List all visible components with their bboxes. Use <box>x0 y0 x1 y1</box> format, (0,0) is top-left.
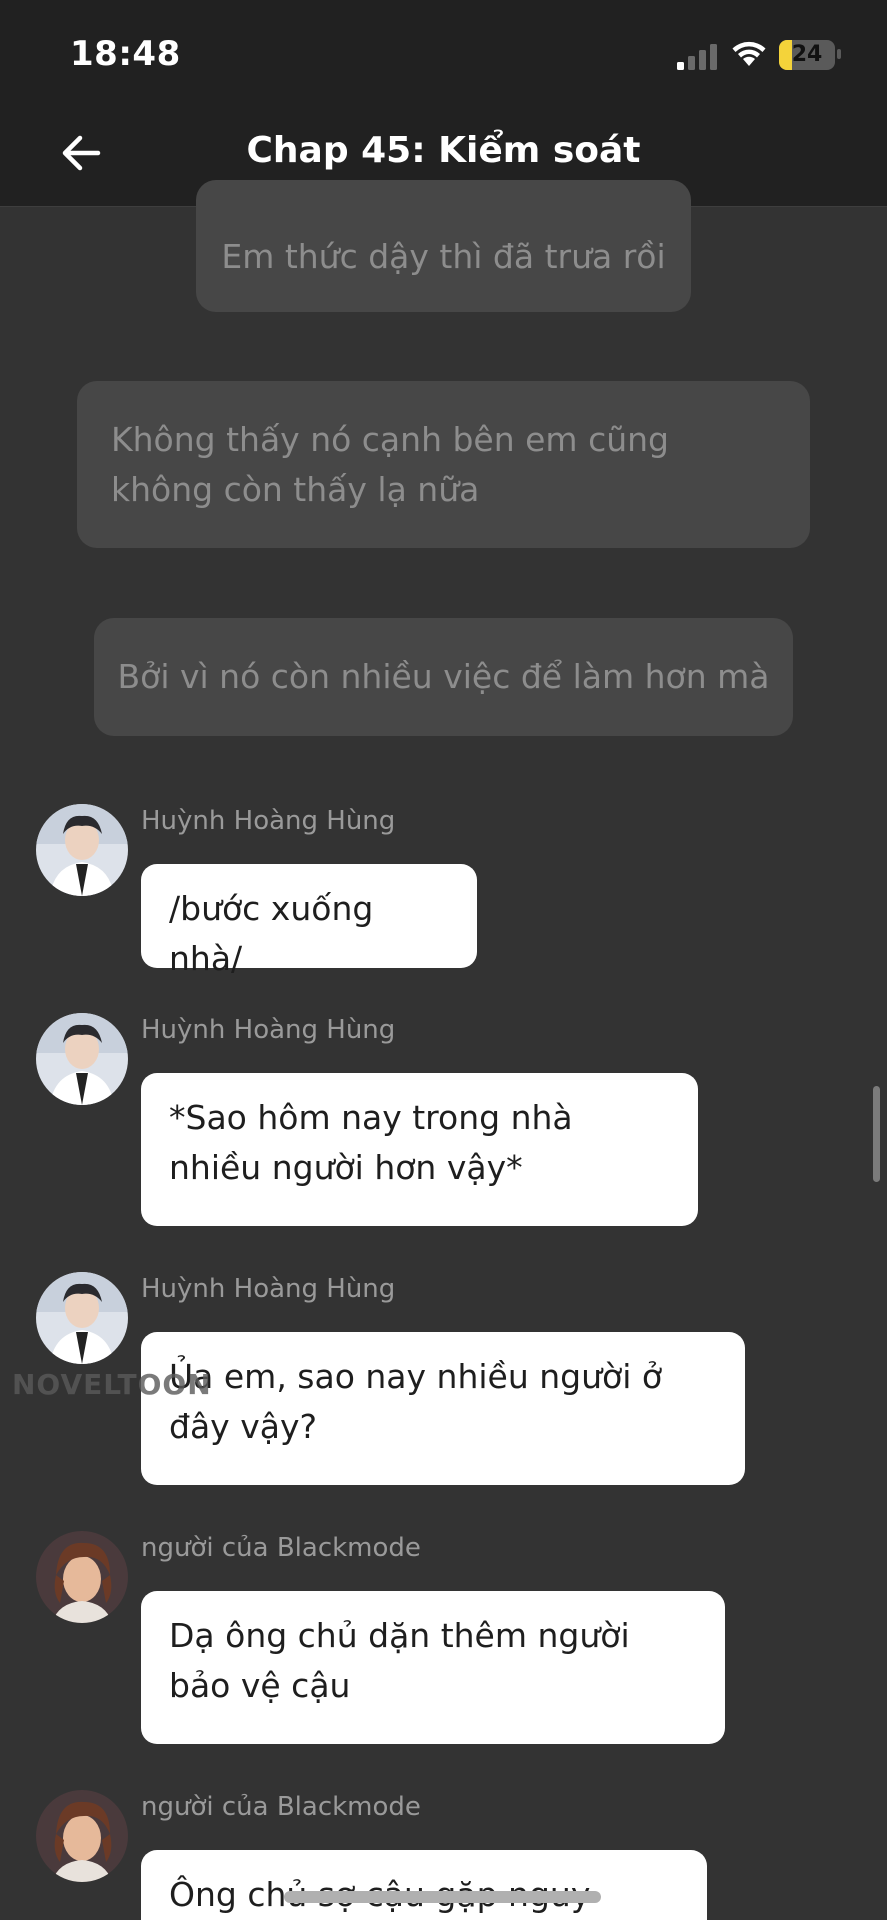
narration-text: Bởi vì nó còn nhiều việc để làm hơn mà <box>117 657 770 696</box>
battery-nub <box>837 49 841 59</box>
wifi-icon <box>732 41 766 66</box>
message-sender: Huỳnh Hoàng Hùng <box>141 806 396 836</box>
message-text: Ủa em, sao nay nhiều người ở đây vậy? <box>169 1357 663 1446</box>
avatar[interactable] <box>36 1013 128 1105</box>
avatar[interactable] <box>36 804 128 896</box>
message-sender: Huỳnh Hoàng Hùng <box>141 1274 396 1304</box>
status-icons: 24 <box>677 38 847 72</box>
status-time: 18:48 <box>70 34 181 74</box>
avatar[interactable] <box>36 1272 128 1364</box>
narration-text: Không thấy nó cạnh bên em cũng không còn… <box>111 420 669 509</box>
message-bubble: /bước xuống nhà/ <box>141 864 477 978</box>
home-indicator[interactable] <box>284 1891 601 1903</box>
watermark: NOVELTOON <box>12 1368 212 1401</box>
page-title: Chap 45: Kiểm soát <box>246 130 641 171</box>
message-text: /bước xuống nhà/ <box>169 889 374 978</box>
narration-text: Em thức dậy thì đã trưa rồi <box>221 237 666 276</box>
message-sender: Huỳnh Hoàng Hùng <box>141 1015 396 1045</box>
battery-icon: 24 <box>779 40 835 70</box>
message-bubble: Ông chủ sợ cậu gặp nguy <box>141 1850 707 1920</box>
message-sender: người của Blackmode <box>141 1533 421 1563</box>
narration-bubble: Không thấy nó cạnh bên em cũng không còn… <box>77 381 810 548</box>
narration-bubble: Em thức dậy thì đã trưa rồi <box>196 180 691 312</box>
avatar[interactable] <box>36 1531 128 1623</box>
battery-level: 24 <box>791 42 823 67</box>
avatar[interactable] <box>36 1790 128 1882</box>
message-sender: người của Blackmode <box>141 1792 421 1822</box>
narration-bubble: Bởi vì nó còn nhiều việc để làm hơn mà <box>94 618 793 736</box>
status-bar: 18:48 24 <box>0 0 887 100</box>
scrollbar[interactable] <box>873 1086 880 1182</box>
message-text: Dạ ông chủ dặn thêm người bảo vệ cậu <box>169 1616 630 1705</box>
message-text: *Sao hôm nay trong nhà nhiều người hơn v… <box>169 1098 573 1187</box>
arrow-left-icon[interactable] <box>56 128 106 178</box>
message-bubble: *Sao hôm nay trong nhà nhiều người hơn v… <box>141 1073 698 1226</box>
message-bubble: Dạ ông chủ dặn thêm người bảo vệ cậu <box>141 1591 725 1744</box>
signal-bars-icon <box>677 44 717 70</box>
message-bubble: Ủa em, sao nay nhiều người ở đây vậy? <box>141 1332 745 1485</box>
